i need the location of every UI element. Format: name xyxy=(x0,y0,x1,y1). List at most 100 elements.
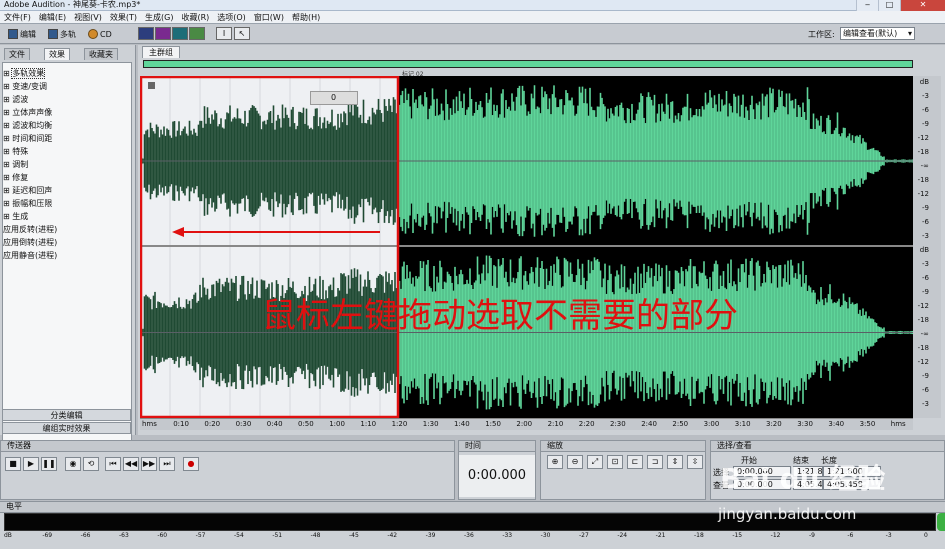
effect-item[interactable]: ⊞ 生成 xyxy=(3,210,28,223)
annotation-text: 鼠标左键拖动选取不需要的部分 xyxy=(262,296,738,336)
play-icon[interactable]: ▶ xyxy=(23,457,39,471)
db-tick-label: -6 xyxy=(922,386,929,394)
menu-help[interactable]: 帮助(H) xyxy=(288,11,324,23)
zoom-out-full-icon[interactable]: ⤢ xyxy=(587,455,603,469)
zoom-in-horizontal-icon[interactable]: ⊕ xyxy=(547,455,563,469)
timeline-ruler[interactable]: hms 0:10 0:20 0:30 0:40 0:50 1:00 1:10 1:20 1:30 1… xyxy=(140,418,913,430)
go-to-start-icon[interactable]: ⏮ xyxy=(105,457,121,471)
effect-item[interactable]: ⊞ 振幅和压限 xyxy=(3,197,52,210)
tab-files[interactable]: 文件 xyxy=(4,48,30,60)
maximize-icon[interactable]: □ xyxy=(878,0,900,11)
category-edit-button[interactable]: 分类编辑 xyxy=(2,409,131,421)
timeline-tick-label: 0:10 xyxy=(173,420,189,428)
effect-item[interactable]: ⊞ 变速/变调 xyxy=(3,80,47,93)
minimize-icon[interactable]: ‒ xyxy=(856,0,878,11)
timeline-tick-label: hms xyxy=(890,420,906,428)
edit-view-button[interactable]: 编辑 xyxy=(8,27,36,41)
meter-tick-label: -6 xyxy=(847,532,854,539)
menu-options[interactable]: 选项(O) xyxy=(213,11,250,23)
rewind-icon[interactable]: ◀◀ xyxy=(123,457,139,471)
effect-item[interactable]: ⊞ 滤波 xyxy=(3,93,28,106)
expand-icon[interactable]: ⊞ xyxy=(3,108,12,117)
timeline-tick-label: 3:10 xyxy=(734,420,751,428)
expand-icon[interactable]: ⊞ xyxy=(3,212,12,221)
level-knob[interactable]: 0 xyxy=(310,91,358,105)
go-to-end-icon[interactable]: ⏭ xyxy=(159,457,175,471)
expand-icon[interactable]: ⊞ xyxy=(3,121,12,130)
effect-label: 时间和间距 xyxy=(12,134,53,143)
tab-main-group[interactable]: 主群组 xyxy=(142,46,180,58)
waveform-display[interactable]: 0 xyxy=(140,76,913,418)
effect-item[interactable]: 应用倒转(进程) xyxy=(3,236,57,249)
expand-icon[interactable]: ⊞ xyxy=(3,134,12,143)
zoom-out-horizontal-icon[interactable]: ⊖ xyxy=(567,455,583,469)
expand-icon[interactable]: ⊞ xyxy=(3,69,12,78)
menu-view[interactable]: 视图(V) xyxy=(70,11,106,23)
time-selection-tool-icon[interactable]: I xyxy=(216,27,232,40)
expand-icon[interactable]: ⊞ xyxy=(3,199,12,208)
multitrack-view-button[interactable]: 多轨 xyxy=(48,27,76,41)
tab-effects[interactable]: 效果 xyxy=(44,48,70,60)
effect-item[interactable]: 应用静音(进程) xyxy=(3,249,57,262)
expand-icon[interactable]: ⊞ xyxy=(3,147,12,156)
effect-label: 滤波和均衡 xyxy=(12,121,53,130)
effect-item[interactable]: ⊞ 滤波和均衡 xyxy=(3,119,52,132)
effect-item[interactable]: ⊞ 延迟和回声 xyxy=(3,184,52,197)
meter-tick-label: -48 xyxy=(310,532,321,539)
effect-item[interactable]: 应用反转(进程) xyxy=(3,223,57,236)
effect-item[interactable]: ⊞ 调制 xyxy=(3,158,28,171)
menu-effects[interactable]: 效果(T) xyxy=(106,11,141,23)
level-meter-scale: dB -69 -66 -63 -60 -57 -54 -51 -48 -45 -42 -39 -36 -3… xyxy=(4,532,936,542)
db-tick-label: -12 xyxy=(917,190,929,198)
fast-forward-icon[interactable]: ▶▶ xyxy=(141,457,157,471)
timeline-tick-label: 2:50 xyxy=(672,420,689,428)
meter-tick-label: -36 xyxy=(464,532,474,539)
workspace-select[interactable]: 编辑查看(默认) ▾ xyxy=(840,27,915,40)
stop-icon[interactable]: ■ xyxy=(5,457,21,471)
expand-icon[interactable]: ⊞ xyxy=(3,160,12,169)
overview-bar[interactable] xyxy=(143,60,913,68)
tab-favorites[interactable]: 收藏夹 xyxy=(84,48,118,60)
zoom-title: 缩放 xyxy=(541,441,705,452)
effect-label: 修复 xyxy=(12,173,29,182)
expand-icon[interactable]: ⊞ xyxy=(3,186,12,195)
effect-item[interactable]: ⊞ 时间和间距 xyxy=(3,132,52,145)
menu-file[interactable]: 文件(F) xyxy=(0,11,35,23)
expand-icon[interactable]: ⊞ xyxy=(3,95,12,104)
zoom-left-edge-icon[interactable]: ⊏ xyxy=(627,455,643,469)
meter-tick-label: -39 xyxy=(425,532,436,539)
zoom-in-vertical-icon[interactable]: ⇕ xyxy=(667,455,683,469)
zoom-out-vertical-icon[interactable]: ⇳ xyxy=(687,455,703,469)
menu-generate[interactable]: 生成(G) xyxy=(141,11,177,23)
watermark-url: jingyan.baidu.com xyxy=(718,505,857,523)
effect-item[interactable]: ⊞ 特殊 xyxy=(3,145,28,158)
effect-item[interactable]: ⊞ 立体声声像 xyxy=(3,106,52,119)
cd-view-button[interactable]: CD xyxy=(88,27,112,41)
expand-icon[interactable]: ⊞ xyxy=(3,173,12,182)
db-tick-label: -6 xyxy=(922,106,929,114)
realtime-effects-button[interactable]: 编组实时效果 xyxy=(2,422,131,434)
spectral-pan-icon[interactable] xyxy=(172,27,188,40)
db-tick-label: -9 xyxy=(922,120,929,128)
marquee-tool-icon[interactable]: ↖ xyxy=(234,27,250,40)
play-from-cursor-icon[interactable]: ◉ xyxy=(65,457,81,471)
loop-icon[interactable]: ⟲ xyxy=(83,457,99,471)
meter-tick-label: 0 xyxy=(924,532,928,539)
waveform-svg[interactable] xyxy=(140,76,913,418)
record-icon[interactable]: ● xyxy=(183,457,199,471)
menu-edit[interactable]: 编辑(E) xyxy=(35,11,70,23)
timeline-tick-label: 0:50 xyxy=(298,420,314,428)
close-icon[interactable]: ✕ xyxy=(900,0,945,11)
pause-icon[interactable]: ❚❚ xyxy=(41,457,57,471)
effect-item[interactable]: ⊞ 修复 xyxy=(3,171,28,184)
expand-icon[interactable]: ⊞ xyxy=(3,82,12,91)
phase-view-icon[interactable] xyxy=(189,27,205,40)
spectral-view-icon[interactable] xyxy=(155,27,171,40)
zoom-right-edge-icon[interactable]: ⊐ xyxy=(647,455,663,469)
zoom-selection-icon[interactable]: ⊡ xyxy=(607,455,623,469)
waveform-view-icon[interactable] xyxy=(138,27,154,40)
time-title: 时间 xyxy=(459,441,535,452)
menu-window[interactable]: 窗口(W) xyxy=(250,11,288,23)
effect-item[interactable]: ⊞ 多轨效果 xyxy=(3,67,46,80)
menu-favorites[interactable]: 收藏(R) xyxy=(177,11,213,23)
